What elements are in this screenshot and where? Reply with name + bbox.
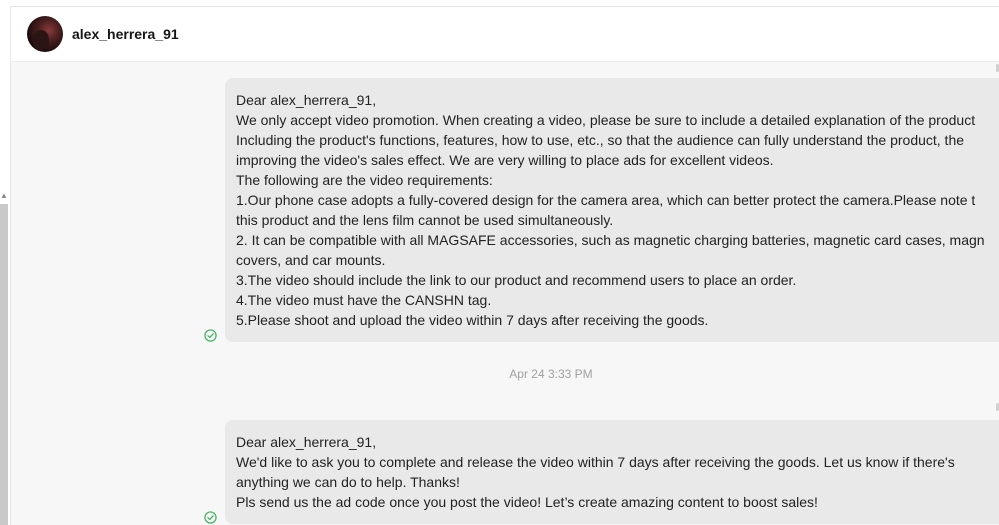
message-line: anything we can do to help. Thanks! — [236, 474, 460, 490]
message-line: 3.The video should include the link to o… — [236, 272, 797, 288]
top-strip — [0, 0, 999, 7]
message-line: improving the video's sales effect. We a… — [236, 152, 774, 168]
message-line: 1.Our phone case adopts a fully-covered … — [236, 192, 976, 208]
message-line: this product and the lens film cannot be… — [236, 212, 614, 228]
conversation-header: alex_herrera_91 — [11, 7, 999, 62]
message-line: Dear alex_herrera_91, — [236, 434, 377, 450]
message-line: We'd like to ask you to complete and rel… — [236, 454, 955, 470]
message-line: covers, and car mounts. — [236, 252, 386, 268]
conversation-username[interactable]: alex_herrera_91 — [72, 26, 179, 42]
check-circle-icon — [204, 511, 217, 524]
message-line: We only accept video promotion. When cre… — [236, 112, 976, 128]
left-scrollbar-thumb[interactable] — [0, 204, 8, 525]
message-line: 4.The video must have the CANSHN tag. — [236, 292, 492, 308]
message-line: 2. It can be compatible with all MAGSAFE… — [236, 232, 985, 248]
message-bubble: Dear alex_herrera_91, We'd like to ask y… — [225, 420, 999, 524]
avatar[interactable] — [27, 16, 63, 52]
message-timestamp: Apr 24 3:33 PM — [509, 367, 593, 381]
message-line: Pls send us the ad code once you post th… — [236, 494, 818, 510]
message-line: The following are the video requirements… — [236, 172, 493, 188]
message-bubble: Dear alex_herrera_91, We only accept vid… — [225, 78, 999, 342]
message-line: Dear alex_herrera_91, — [236, 92, 377, 108]
message-line: Including the product's functions, featu… — [236, 132, 965, 148]
scroll-up-arrow-icon[interactable]: ▲ — [0, 190, 8, 202]
check-circle-icon — [204, 329, 217, 342]
message-line: 5.Please shoot and upload the video with… — [236, 312, 709, 328]
message-list: Dear alex_herrera_91, We only accept vid… — [11, 62, 999, 525]
